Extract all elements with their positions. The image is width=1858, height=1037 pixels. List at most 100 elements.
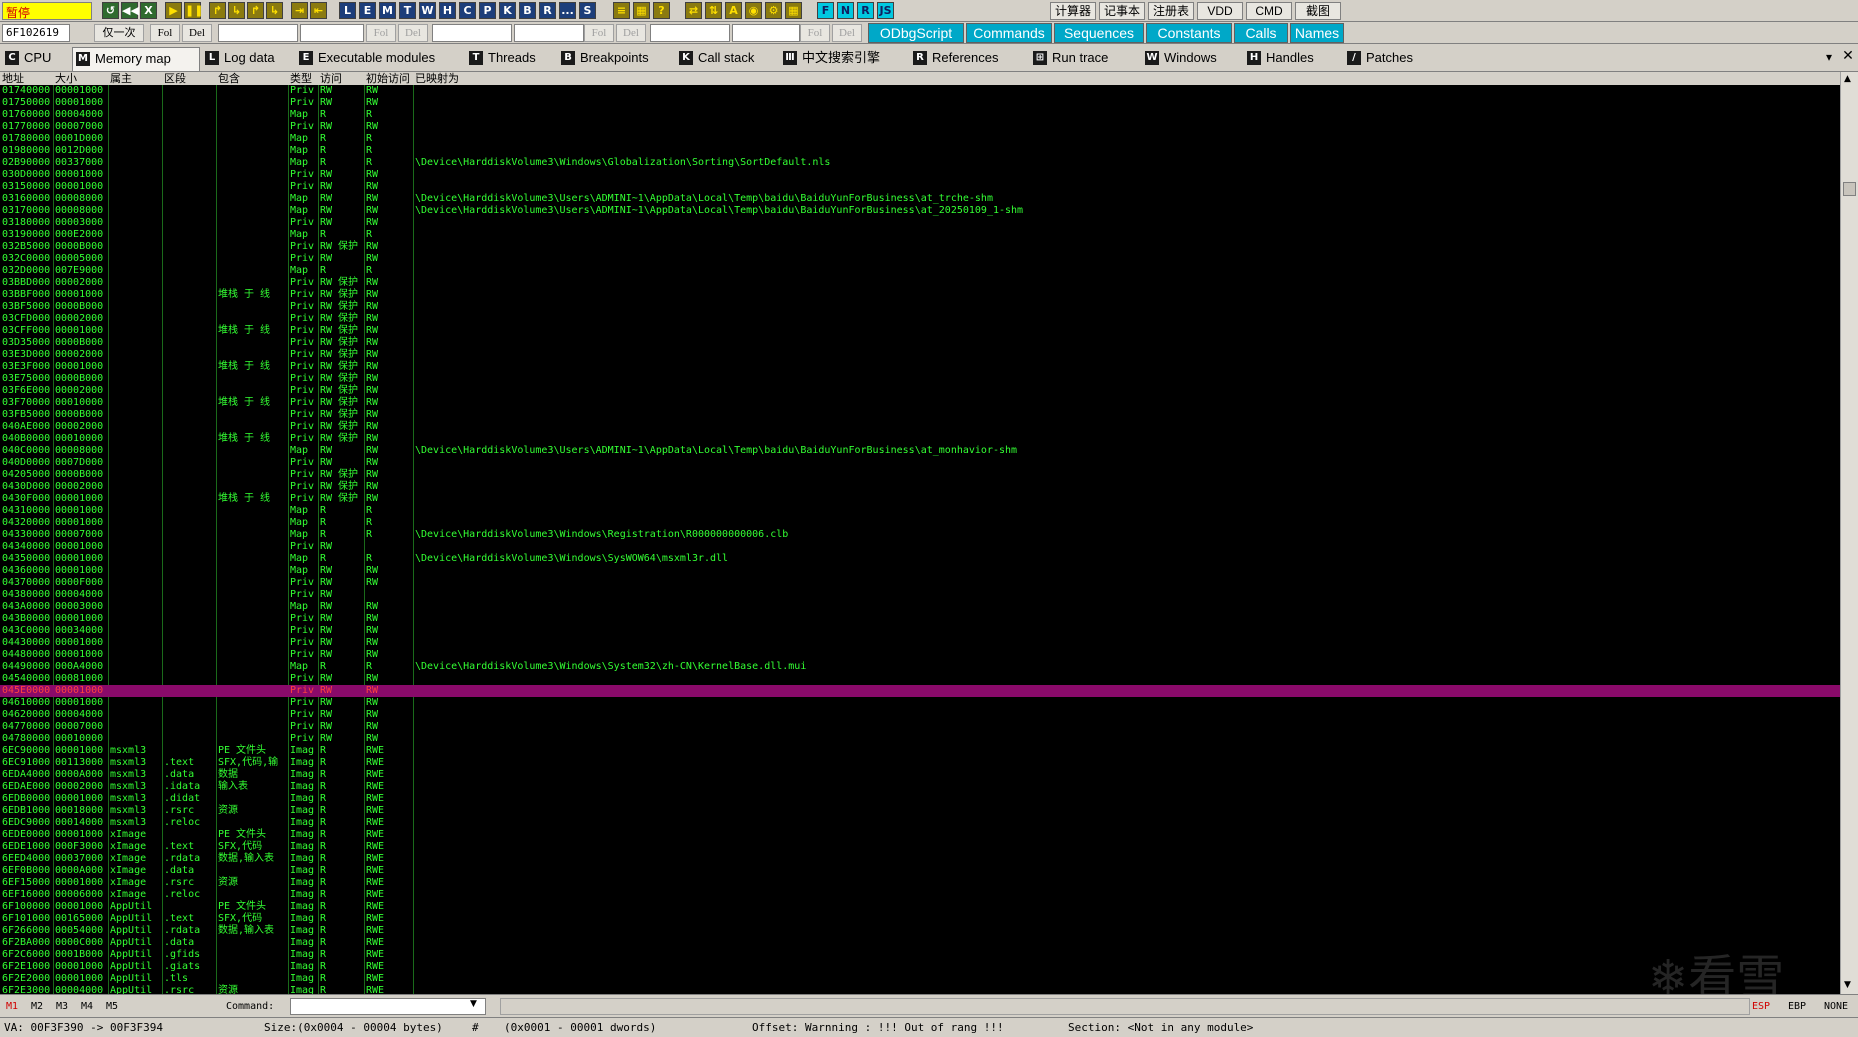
table-row[interactable]: 6F2E3000 00004000 AppUtil .rsrc 资源 Imag R RWE (0, 985, 1840, 994)
slot-field[interactable] (732, 24, 800, 42)
plugin-button[interactable]: Calls (1234, 23, 1288, 43)
marker-m3[interactable]: M3 (56, 1001, 68, 1012)
table-row[interactable]: 6EDC9000 00014000 msxml3 .reloc Imag R RWE (0, 817, 1840, 829)
column-header[interactable]: 访问 (320, 72, 342, 85)
view-button[interactable]: H (439, 2, 456, 19)
table-row[interactable]: 03CFF000 00001000 堆栈 于 线 Priv RW 保护 RW (0, 325, 1840, 337)
table-row[interactable]: 03FB5000 0000B000 Priv RW 保护 RW (0, 409, 1840, 421)
misc-tool-button[interactable]: ▦ (785, 2, 802, 19)
misc-tool-button[interactable]: ⇅ (705, 2, 722, 19)
marker-m5[interactable]: M5 (106, 1001, 118, 1012)
misc-tool-button[interactable]: ⇄ (685, 2, 702, 19)
register-none[interactable]: NONE (1824, 1001, 1848, 1012)
register-ebp[interactable]: EBP (1788, 1001, 1806, 1012)
tool-button[interactable]: 记事本 (1099, 2, 1145, 20)
marker-m4[interactable]: M4 (81, 1001, 93, 1012)
misc-tool-button[interactable]: N (837, 2, 854, 19)
follow-button[interactable]: Fol (366, 24, 396, 42)
tab-log-data[interactable]: L Log data (202, 47, 294, 71)
table-row[interactable]: 01750000 00001000 Priv RW RW (0, 97, 1840, 109)
table-row[interactable]: 04310000 00001000 Map R R (0, 505, 1840, 517)
follow-button[interactable]: Fol (800, 24, 830, 42)
table-row[interactable]: 03180000 00003000 Priv RW RW (0, 217, 1840, 229)
tool-button[interactable]: 注册表 (1148, 2, 1194, 20)
column-header[interactable]: 包含 (218, 72, 240, 85)
plugin-button[interactable]: Commands (966, 23, 1052, 43)
follow-button[interactable]: Fol (584, 24, 614, 42)
table-row[interactable]: 0430F000 00001000 堆栈 于 线 Priv RW 保护 RW (0, 493, 1840, 505)
table-row[interactable]: 04480000 00001000 Priv RW RW (0, 649, 1840, 661)
tab-references[interactable]: R References (910, 47, 1028, 71)
delete-button[interactable]: Del (616, 24, 646, 42)
misc-tool-button[interactable]: JS (877, 2, 894, 19)
table-row[interactable]: 04610000 00001000 Priv RW RW (0, 697, 1840, 709)
table-row[interactable]: 6F2E1000 00001000 AppUtil .giats Imag R RWE (0, 961, 1840, 973)
view-button[interactable]: S (579, 2, 596, 19)
table-row[interactable]: 032B5000 0000B000 Priv RW 保护 RW (0, 241, 1840, 253)
chevron-down-icon[interactable]: ▼ (470, 999, 477, 1009)
run-control-button[interactable]: ⇥ (291, 2, 308, 19)
table-row[interactable]: 6EF15000 00001000 xImage .rsrc 资源 Imag R RWE (0, 877, 1840, 889)
tab-breakpoints[interactable]: B Breakpoints (558, 47, 674, 71)
table-row[interactable]: 03150000 00001000 Priv RW RW (0, 181, 1840, 193)
column-header[interactable]: 已映射为 (415, 72, 459, 85)
column-header[interactable]: 属主 (110, 72, 132, 85)
column-header[interactable]: 初始访问 (366, 72, 410, 85)
table-row[interactable]: 04770000 00007000 Priv RW RW (0, 721, 1840, 733)
view-button[interactable]: K (499, 2, 516, 19)
misc-tool-button[interactable]: ▦ (633, 2, 650, 19)
table-row[interactable]: 043A0000 00003000 Map RW RW (0, 601, 1840, 613)
tab-handles[interactable]: H Handles (1244, 47, 1342, 71)
scroll-down-icon[interactable]: ▼ (1844, 980, 1851, 990)
tab-windows[interactable]: W Windows (1142, 47, 1242, 71)
table-row[interactable]: 02B90000 00337000 Map R R \Device\HarddiskVol… (0, 157, 1840, 169)
tool-button[interactable]: 截图 (1295, 2, 1341, 20)
table-row[interactable]: 6F266000 00054000 AppUtil .rdata 数据,输入表 Imag R… (0, 925, 1840, 937)
column-header[interactable]: 类型 (290, 72, 312, 85)
table-row[interactable]: 6EC90000 00001000 msxml3 PE 文件头 Imag R RWE (0, 745, 1840, 757)
table-row[interactable]: 6EC91000 00113000 msxml3 .text SFX,代码,输 Imag R… (0, 757, 1840, 769)
plugin-button[interactable]: Names (1290, 23, 1344, 43)
delete-button[interactable]: Del (182, 24, 212, 42)
view-button[interactable]: L (339, 2, 356, 19)
table-row[interactable]: 01770000 00007000 Priv RW RW (0, 121, 1840, 133)
table-row[interactable]: 03190000 000E2000 Map R R (0, 229, 1840, 241)
run-control-button[interactable]: ↳ (266, 2, 283, 19)
view-button[interactable]: ... (559, 2, 576, 19)
view-button[interactable]: R (539, 2, 556, 19)
follow-button[interactable]: Fol (150, 24, 180, 42)
slot-field[interactable] (218, 24, 298, 42)
run-control-button[interactable]: ⇤ (310, 2, 327, 19)
table-row[interactable]: 03E3D000 00002000 Priv RW 保护 RW (0, 349, 1840, 361)
column-header[interactable]: 地址 (2, 72, 24, 85)
once-button[interactable]: 仅一次 (94, 24, 144, 42)
table-row[interactable]: 6EF0B000 0000A000 xImage .data Imag R RWE (0, 865, 1840, 877)
table-row[interactable]: 040B0000 00010000 堆栈 于 线 Priv RW 保护 RW (0, 433, 1840, 445)
table-row[interactable]: 032C0000 00005000 Priv RW RW (0, 253, 1840, 265)
table-row[interactable]: 04430000 00001000 Priv RW RW (0, 637, 1840, 649)
run-control-button[interactable]: ↳ (228, 2, 245, 19)
table-row[interactable]: 030D0000 00001000 Priv RW RW (0, 169, 1840, 181)
address-box[interactable]: 6F102619 (2, 24, 70, 42)
table-row[interactable]: 0430D000 00002000 Priv RW 保护 RW (0, 481, 1840, 493)
table-row[interactable]: 043B0000 00001000 Priv RW RW (0, 613, 1840, 625)
misc-tool-button[interactable]: ≡ (613, 2, 630, 19)
table-row[interactable]: 03BBF000 00001000 堆栈 于 线 Priv RW 保护 RW (0, 289, 1840, 301)
plugin-button[interactable]: ODbgScript (868, 23, 964, 43)
command-input[interactable] (290, 998, 486, 1015)
table-row[interactable]: 043C0000 00034000 Priv RW RW (0, 625, 1840, 637)
table-row[interactable]: 03160000 00008000 Map RW RW \Device\HarddiskV… (0, 193, 1840, 205)
misc-tool-button[interactable]: ◉ (745, 2, 762, 19)
dropdown-icon[interactable]: ▾ (1826, 50, 1832, 64)
table-row[interactable]: 045E0000 00001000 Priv RW RW (0, 685, 1840, 697)
table-row[interactable]: 01740000 00001000 Priv RW RW (0, 85, 1840, 97)
table-row[interactable]: 03BF5000 0000B000 Priv RW 保护 RW (0, 301, 1840, 313)
view-button[interactable]: T (399, 2, 416, 19)
table-row[interactable]: 6EDAE000 00002000 msxml3 .idata 输入表 Imag R RWE (0, 781, 1840, 793)
table-row[interactable]: 01780000 0001D000 Map R R (0, 133, 1840, 145)
table-row[interactable]: 6F2E2000 00001000 AppUtil .tls Imag R RWE (0, 973, 1840, 985)
table-row[interactable]: 040D0000 0007D000 Priv RW RW (0, 457, 1840, 469)
table-row[interactable]: 6EED4000 00037000 xImage .rdata 数据,输入表 Imag R R… (0, 853, 1840, 865)
tab-cpu[interactable]: C CPU (2, 47, 70, 71)
table-row[interactable]: 6F2C6000 0001B000 AppUtil .gfids Imag R RWE (0, 949, 1840, 961)
